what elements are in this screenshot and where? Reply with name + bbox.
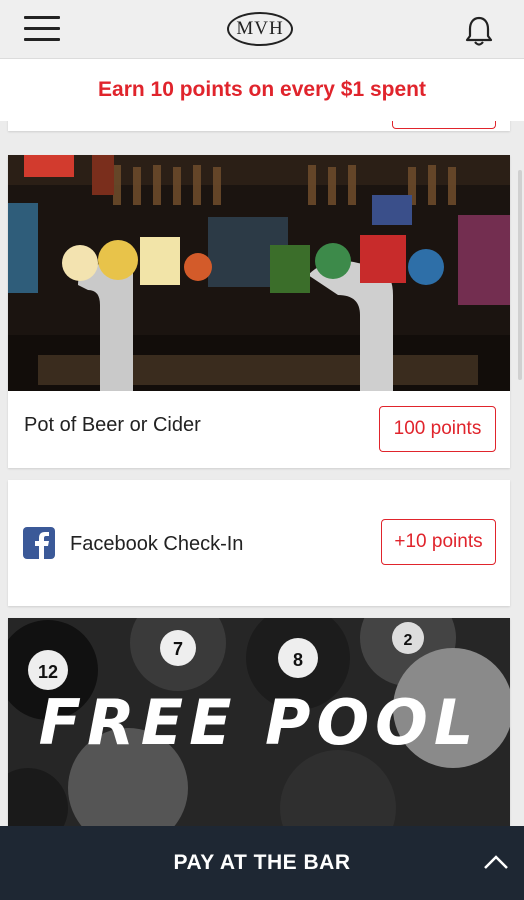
pay-at-the-bar-bar[interactable]: PAY AT THE BAR bbox=[0, 826, 524, 900]
logo: MVH bbox=[227, 12, 293, 46]
reward-points-button[interactable]: 100 points bbox=[379, 406, 496, 452]
svg-text:8: 8 bbox=[293, 650, 303, 670]
chevron-up-icon[interactable] bbox=[482, 852, 510, 872]
facebook-checkin-card[interactable]: Facebook Check-In +10 points bbox=[8, 480, 510, 606]
free-pool-text: FREE POOL bbox=[38, 686, 480, 759]
rewards-list[interactable]: Pot of Beer or Cider 100 points Facebook… bbox=[0, 121, 524, 826]
svg-text:2: 2 bbox=[404, 632, 413, 649]
checkin-label: Facebook Check-In bbox=[70, 533, 244, 555]
scrollbar[interactable] bbox=[518, 170, 522, 380]
bell-icon[interactable] bbox=[462, 14, 496, 48]
svg-text:7: 7 bbox=[173, 639, 183, 659]
pay-at-the-bar-label: PAY AT THE BAR bbox=[173, 851, 351, 874]
previous-points-pill[interactable] bbox=[392, 121, 496, 129]
reward-title: Pot of Beer or Cider bbox=[24, 414, 201, 436]
points-promo-banner: Earn 10 points on every $1 spent bbox=[0, 59, 524, 121]
hamburger-menu-icon[interactable] bbox=[24, 16, 60, 42]
previous-reward-card[interactable] bbox=[8, 121, 510, 131]
bar-beer-taps-image bbox=[8, 155, 510, 391]
checkin-points-button[interactable]: +10 points bbox=[381, 519, 496, 565]
reward-card[interactable]: Pot of Beer or Cider 100 points bbox=[8, 155, 510, 468]
svg-text:12: 12 bbox=[38, 662, 58, 682]
top-app-bar: MVH bbox=[0, 0, 524, 59]
facebook-icon bbox=[23, 527, 55, 559]
free-pool-card[interactable]: 12 7 8 2 FREE POOL bbox=[8, 618, 510, 826]
